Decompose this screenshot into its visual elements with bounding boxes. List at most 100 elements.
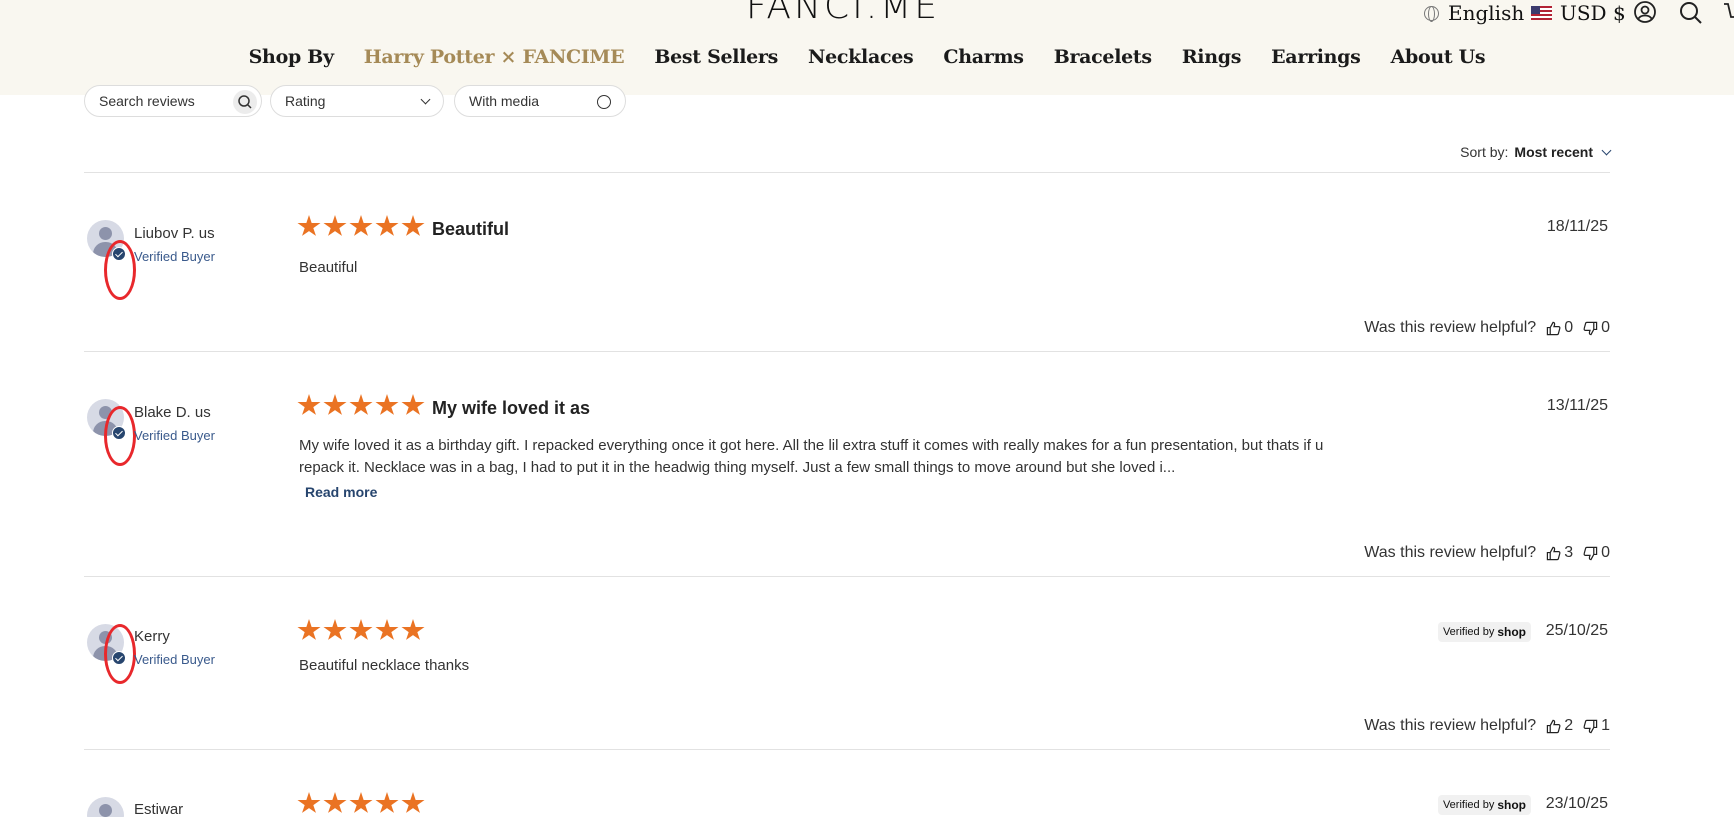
star-icon	[401, 619, 425, 640]
star-icon	[349, 394, 373, 415]
star-icon	[323, 215, 347, 236]
sort-value: Most recent	[1514, 144, 1593, 160]
with-media-radio[interactable]	[597, 95, 611, 109]
thumbs-up-icon[interactable]	[1546, 546, 1561, 561]
red-annotation-circle	[104, 406, 136, 466]
rating-filter-label: Rating	[285, 93, 326, 109]
star-icon	[401, 215, 425, 236]
star-rating	[297, 215, 425, 238]
review-date: 23/10/25	[1545, 795, 1608, 812]
star-icon	[375, 619, 399, 640]
thumbs-down-icon[interactable]	[1583, 321, 1598, 336]
verified-buyer-label: Verified Buyer	[134, 249, 215, 264]
divider	[84, 749, 1610, 750]
avatar	[87, 797, 124, 817]
divider	[84, 351, 1610, 352]
helpful-question: Was this review helpful?	[1364, 319, 1537, 336]
thumbs-down-icon[interactable]	[1583, 719, 1598, 734]
star-icon	[349, 215, 373, 236]
with-media-filter[interactable]: With media	[454, 85, 626, 117]
review-body: Beautiful	[299, 259, 358, 276]
search-reviews-button[interactable]	[233, 90, 257, 114]
sort-selector[interactable]: Sort by: Most recent	[1460, 144, 1612, 160]
review-date: 13/11/25	[1546, 397, 1608, 414]
with-media-label: With media	[469, 93, 540, 109]
helpful-up-count: 0	[1564, 319, 1574, 336]
nav-rings[interactable]: Rings	[1182, 46, 1242, 68]
helpful-row: Was this review helpful? 2 1	[1364, 717, 1610, 735]
star-icon	[297, 394, 321, 415]
verified-buyer-label: Verified Buyer	[134, 428, 215, 443]
helpful-row: Was this review helpful? 0 0	[1364, 319, 1610, 337]
cart-icon[interactable]	[1722, 0, 1734, 26]
star-icon	[297, 215, 321, 236]
helpful-question: Was this review helpful?	[1364, 717, 1537, 734]
helpful-down-count: 1	[1601, 717, 1610, 734]
verified-by-shop-badge: Verified by shop	[1437, 795, 1531, 815]
main-navigation: Shop By Harry Potter × FANCIME Best Sell…	[0, 46, 1734, 68]
rating-filter-dropdown[interactable]: Rating	[270, 85, 444, 117]
nav-shop-by[interactable]: Shop By	[249, 46, 334, 68]
star-rating	[297, 394, 425, 417]
search-reviews-placeholder: Search reviews	[99, 93, 195, 109]
nav-charms[interactable]: Charms	[943, 46, 1024, 68]
star-icon	[323, 792, 347, 813]
nav-about-us[interactable]: About Us	[1391, 46, 1486, 68]
star-icon	[323, 619, 347, 640]
globe-icon	[1424, 5, 1439, 22]
language-selector[interactable]: English	[1424, 0, 1524, 26]
account-icon[interactable]	[1632, 0, 1658, 26]
thumbs-up-icon[interactable]	[1546, 321, 1561, 336]
star-icon	[401, 792, 425, 813]
verified-by-shop-badge: Verified by shop	[1437, 622, 1531, 642]
review-title: Beautiful	[432, 219, 510, 239]
reviewer-name: Estiwar	[134, 801, 184, 817]
language-label: English	[1448, 1, 1525, 25]
helpful-down-count: 0	[1601, 544, 1610, 561]
chevron-down-icon	[420, 94, 431, 105]
reviewer-name: Liubov P. us	[134, 225, 215, 242]
reviewer-name: Kerry	[134, 628, 170, 645]
currency-label: USD $	[1560, 1, 1626, 25]
star-icon	[375, 792, 399, 813]
star-icon	[375, 215, 399, 236]
us-flag-icon	[1531, 6, 1552, 20]
nav-bracelets[interactable]: Bracelets	[1054, 46, 1152, 68]
star-icon	[375, 394, 399, 415]
site-header: FANCI.ME English USD $ Shop By Harry Pot…	[0, 0, 1734, 95]
star-icon	[323, 394, 347, 415]
thumbs-up-icon[interactable]	[1546, 719, 1561, 734]
sort-label: Sort by:	[1460, 144, 1509, 160]
nav-necklaces[interactable]: Necklaces	[808, 46, 914, 68]
red-annotation-circle	[104, 624, 136, 684]
magnifier-icon	[238, 95, 252, 109]
nav-harry-potter[interactable]: Harry Potter × FANCIME	[364, 46, 625, 68]
review-date: 25/10/25	[1545, 622, 1608, 639]
star-icon	[349, 619, 373, 640]
star-icon	[349, 792, 373, 813]
nav-best-sellers[interactable]: Best Sellers	[654, 46, 778, 68]
review-title: My wife loved it as	[432, 398, 591, 418]
divider	[84, 172, 1610, 173]
read-more-link[interactable]: Read more	[305, 484, 377, 500]
review-date: 18/11/25	[1546, 218, 1608, 235]
currency-selector[interactable]: USD $	[1531, 0, 1626, 26]
helpful-row: Was this review helpful? 3 0	[1364, 544, 1610, 562]
star-rating	[297, 792, 425, 815]
thumbs-down-icon[interactable]	[1583, 546, 1598, 561]
helpful-up-count: 3	[1564, 544, 1574, 561]
nav-earrings[interactable]: Earrings	[1271, 46, 1361, 68]
review-body: My wife loved it as a birthday gift. I r…	[299, 437, 1324, 476]
site-logo[interactable]: FANCI.ME	[746, 0, 940, 27]
star-icon	[297, 619, 321, 640]
helpful-question: Was this review helpful?	[1364, 544, 1537, 561]
red-annotation-circle	[104, 240, 136, 300]
star-icon	[297, 792, 321, 813]
star-icon	[401, 394, 425, 415]
search-icon[interactable]	[1678, 0, 1704, 26]
chevron-down-icon	[1601, 145, 1612, 155]
helpful-down-count: 0	[1601, 319, 1610, 336]
star-rating	[297, 619, 425, 642]
reviewer-name: Blake D. us	[134, 404, 211, 421]
search-reviews-input[interactable]: Search reviews	[84, 85, 262, 117]
